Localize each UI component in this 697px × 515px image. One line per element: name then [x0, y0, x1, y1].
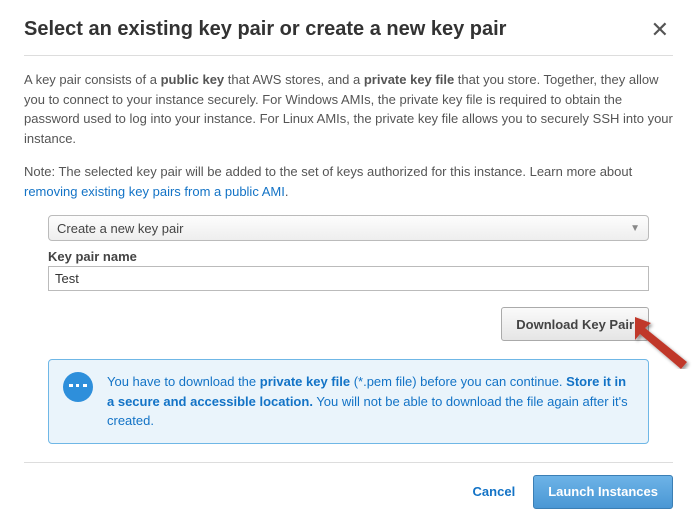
close-icon[interactable]: ✕	[647, 19, 673, 41]
launch-instances-button[interactable]: Launch Instances	[533, 475, 673, 509]
info-text: You have to download the private key fil…	[107, 372, 634, 431]
remove-keypair-link[interactable]: removing existing key pairs from a publi…	[24, 184, 285, 199]
keypair-name-label: Key pair name	[48, 249, 649, 264]
keypair-name-input[interactable]	[48, 266, 649, 291]
select-value: Create a new key pair	[57, 221, 183, 236]
note-paragraph: Note: The selected key pair will be adde…	[24, 162, 673, 201]
chevron-down-icon: ▼	[630, 223, 640, 234]
dialog-title: Select an existing key pair or create a …	[24, 18, 506, 41]
cancel-button[interactable]: Cancel	[473, 484, 516, 499]
info-box: You have to download the private key fil…	[48, 359, 649, 444]
title-bar: Select an existing key pair or create a …	[24, 18, 673, 56]
dialog-body: A key pair consists of a public key that…	[24, 70, 673, 509]
keypair-mode-select[interactable]: Create a new key pair ▼	[48, 215, 649, 241]
intro-paragraph: A key pair consists of a public key that…	[24, 70, 673, 148]
dialog-footer: Cancel Launch Instances	[24, 462, 673, 509]
form-section: Create a new key pair ▼ Key pair name Do…	[48, 215, 649, 444]
download-keypair-button[interactable]: Download Key Pair	[501, 307, 649, 341]
key-pair-dialog: Select an existing key pair or create a …	[0, 0, 697, 515]
info-icon	[63, 372, 93, 402]
